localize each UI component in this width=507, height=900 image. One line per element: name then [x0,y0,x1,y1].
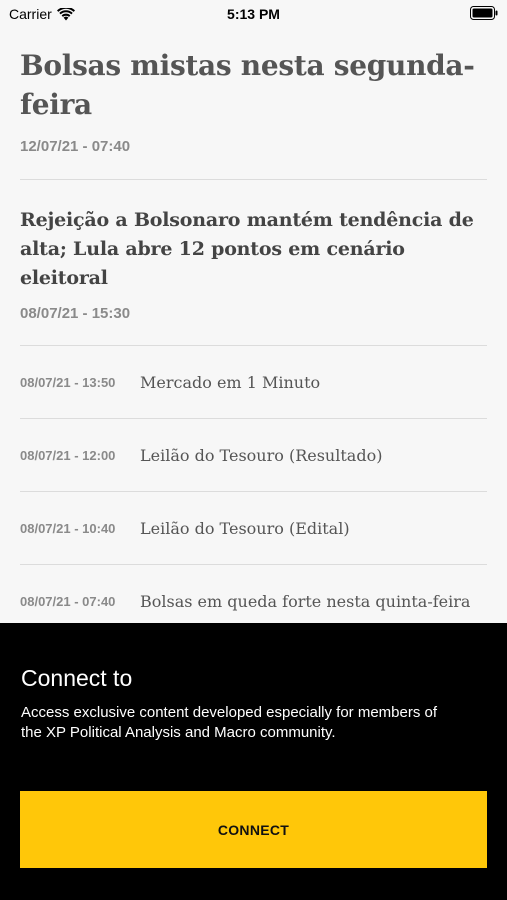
list-item-title: Bolsas em queda forte nesta quinta-feira [140,591,471,611]
list-item-time: 08/07/21 - 07:40 [20,593,116,609]
connect-description: Access exclusive content developed espec… [21,704,438,741]
list-item-title: Leilão do Tesouro (Edital) [140,518,350,538]
connect-button[interactable]: CONNECT [20,791,487,868]
list-item-time: 08/07/21 - 13:50 [20,374,116,390]
list-item-title: Leilão do Tesouro (Resultado) [140,445,383,465]
featured-article-title: Bolsas mistas nesta segunda-feira [20,49,475,121]
secondary-article[interactable]: Rejeição a Bolsonaro mantém tendência de… [20,180,487,346]
connect-overlay: Connect to Access exclusive content deve… [0,623,507,900]
list-item[interactable]: 08/07/21 - 13:50 Mercado em 1 Minuto [20,346,487,419]
status-bar: Carrier 5:13 PM [0,0,507,30]
featured-article[interactable]: Bolsas mistas nesta segunda-feira 12/07/… [20,30,487,180]
list-item-title: Mercado em 1 Minuto [140,372,321,392]
featured-article-date: 12/07/21 - 07:40 [20,138,131,155]
list-item-time: 08/07/21 - 10:40 [20,520,116,536]
list-item[interactable]: 08/07/21 - 10:40 Leilão do Tesouro (Edit… [20,492,487,565]
list-item[interactable]: 08/07/21 - 12:00 Leilão do Tesouro (Resu… [20,419,487,492]
list-item-time: 08/07/21 - 12:00 [20,447,116,463]
battery-icon [470,6,498,20]
clock: 5:13 PM [227,6,280,22]
secondary-article-title: Rejeição a Bolsonaro mantém tendência de… [20,209,474,289]
secondary-article-date: 08/07/21 - 15:30 [20,305,131,322]
news-feed: Bolsas mistas nesta segunda-feira 12/07/… [20,30,487,638]
connect-heading: Connect to [21,665,133,691]
